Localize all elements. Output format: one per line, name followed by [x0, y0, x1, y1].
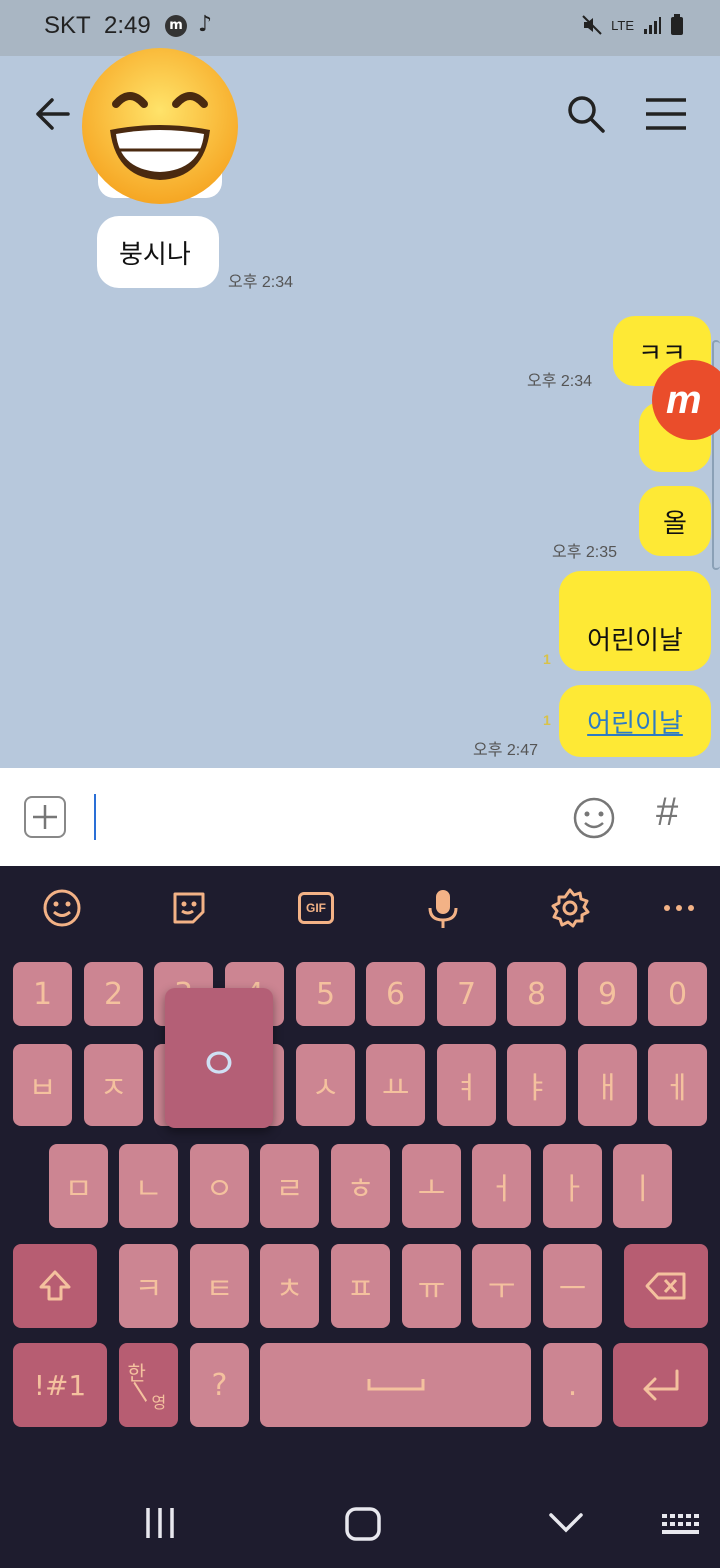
key-5[interactable]: 5	[296, 962, 355, 1026]
sticker-icon[interactable]	[167, 886, 211, 930]
outgoing-message-bubble[interactable]: 어린이날	[559, 571, 711, 671]
back-arrow-icon[interactable]	[30, 92, 74, 136]
key-eu[interactable]: ㅡ	[543, 1244, 602, 1328]
keyboard-switch-icon[interactable]	[660, 1512, 704, 1536]
message-time: 오후 2:47	[473, 742, 539, 759]
shift-icon	[39, 1270, 71, 1301]
enter-icon	[643, 1369, 678, 1401]
key-e[interactable]: ㅔ	[648, 1044, 707, 1126]
key-hieut[interactable]: ㅎ	[331, 1144, 390, 1228]
key-eo[interactable]: ㅓ	[472, 1144, 531, 1228]
battery-icon	[671, 14, 683, 35]
key-o[interactable]: ㅗ	[402, 1144, 461, 1228]
symbol-key[interactable]: !#1	[13, 1343, 107, 1427]
key-yeo[interactable]: ㅕ	[437, 1044, 496, 1126]
microphone-icon[interactable]	[421, 886, 465, 930]
key-6[interactable]: 6	[366, 962, 425, 1026]
enter-key[interactable]	[613, 1343, 708, 1427]
key-ae[interactable]: ㅐ	[578, 1044, 637, 1126]
message-text: 어린이날	[587, 626, 683, 656]
space-icon	[367, 1379, 424, 1391]
backspace-icon	[645, 1272, 686, 1300]
message-time: 오후 2:34	[228, 274, 294, 291]
backspace-key[interactable]	[624, 1244, 708, 1328]
unread-count: 1	[543, 712, 551, 728]
shift-key[interactable]	[13, 1244, 97, 1328]
more-icon[interactable]	[657, 886, 701, 930]
key-kieuk[interactable]: ㅋ	[119, 1244, 178, 1328]
message-time: 오후 2:35	[552, 544, 618, 561]
emoji-icon[interactable]	[40, 886, 84, 930]
carrier-label: SKT	[44, 12, 91, 39]
key-0[interactable]: 0	[648, 962, 707, 1026]
key-7[interactable]: 7	[437, 962, 496, 1026]
tiktok-notification-icon: ♪	[198, 12, 213, 37]
unread-count: 1	[543, 651, 551, 667]
message-link-text[interactable]: 어린이날	[587, 703, 683, 740]
language-switch-label: 한 / 영	[124, 1355, 174, 1415]
recent-apps-icon[interactable]	[142, 1506, 178, 1540]
outgoing-message-bubble[interactable]: 올	[639, 486, 711, 556]
signal-icon	[644, 17, 661, 34]
system-navigation-bar	[0, 1470, 720, 1568]
key-nieun[interactable]: ㄴ	[119, 1144, 178, 1228]
key-2[interactable]: 2	[84, 962, 143, 1026]
attach-plus-button[interactable]	[24, 796, 66, 838]
key-pieup[interactable]: ㅍ	[331, 1244, 390, 1328]
grinning-face-emoji	[82, 48, 238, 204]
key-8[interactable]: 8	[507, 962, 566, 1026]
key-yo[interactable]: ㅛ	[366, 1044, 425, 1126]
hide-keyboard-chevron-icon[interactable]	[548, 1510, 584, 1536]
mobizen-notification-icon: m	[165, 15, 187, 37]
gif-label: GIF	[298, 892, 334, 924]
key-rieul[interactable]: ㄹ	[260, 1144, 319, 1228]
mute-icon	[582, 15, 602, 35]
keyboard-toolbar: GIF	[0, 866, 720, 950]
key-ya[interactable]: ㅑ	[507, 1044, 566, 1126]
search-icon[interactable]	[564, 92, 608, 136]
key-1[interactable]: 1	[13, 962, 72, 1026]
status-time: 2:49	[104, 12, 151, 39]
period-key[interactable]: .	[543, 1343, 602, 1427]
key-u[interactable]: ㅜ	[472, 1244, 531, 1328]
system-status-icons: LTE	[581, 14, 684, 36]
language-switch-key[interactable]: 한 / 영	[119, 1343, 178, 1427]
key-press-preview: ㅇ	[165, 988, 273, 1128]
home-icon[interactable]	[344, 1506, 382, 1542]
key-jieut[interactable]: ㅈ	[84, 1044, 143, 1126]
message-input-bar: #	[0, 768, 720, 866]
key-press-preview-char: ㅇ	[198, 1039, 240, 1090]
lang-english-label: 영	[151, 1393, 167, 1412]
hash-search-button[interactable]: #	[656, 790, 678, 835]
message-input-field[interactable]	[94, 794, 96, 840]
key-yu[interactable]: ㅠ	[402, 1244, 461, 1328]
key-i[interactable]: ㅣ	[613, 1144, 672, 1228]
hamburger-menu-icon[interactable]	[644, 96, 688, 132]
key-siot[interactable]: ㅅ	[296, 1044, 355, 1126]
message-text: 붕시나	[119, 239, 191, 270]
key-ieung[interactable]: ㅇ	[190, 1144, 249, 1228]
key-bieup[interactable]: ㅂ	[13, 1044, 72, 1126]
incoming-message-bubble[interactable]: 붕시나	[97, 216, 219, 288]
key-tieut[interactable]: ㅌ	[190, 1244, 249, 1328]
question-key[interactable]: ?	[190, 1343, 249, 1427]
message-text: 올	[663, 508, 687, 539]
emoticon-button-icon[interactable]	[572, 796, 616, 840]
outgoing-link-message-bubble[interactable]: 어린이날	[559, 685, 711, 757]
gear-icon[interactable]	[548, 886, 592, 930]
gif-icon[interactable]: GIF	[294, 886, 338, 930]
plus-icon	[33, 805, 57, 829]
network-type-label: LTE	[611, 17, 634, 33]
key-9[interactable]: 9	[578, 962, 637, 1026]
key-a[interactable]: ㅏ	[543, 1144, 602, 1228]
key-mieum[interactable]: ㅁ	[49, 1144, 108, 1228]
space-key[interactable]	[260, 1343, 531, 1427]
key-chieut[interactable]: ㅊ	[260, 1244, 319, 1328]
message-time: 오후 2:34	[527, 373, 593, 390]
